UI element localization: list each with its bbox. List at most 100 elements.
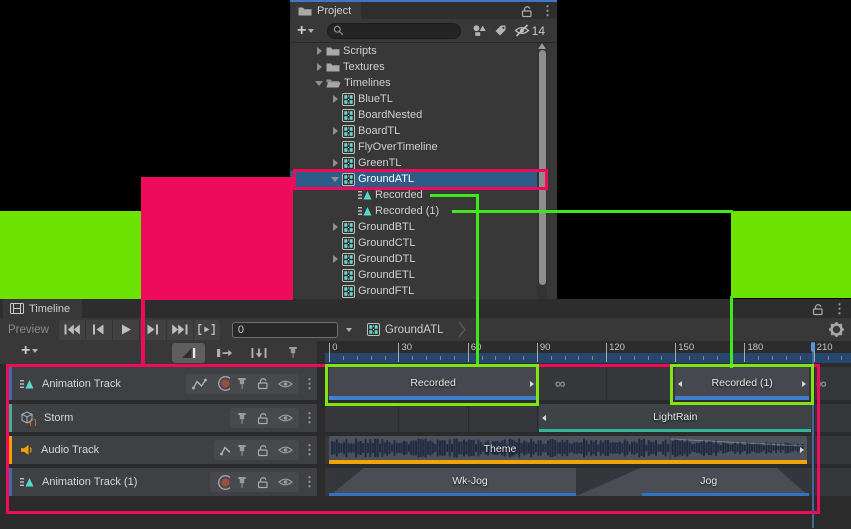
tree-item-scripts[interactable]: Scripts: [290, 43, 547, 59]
kebab-menu-icon[interactable]: ⋮: [541, 3, 553, 19]
track-header-storm[interactable]: {}Storm⋮: [8, 404, 317, 432]
unlock-icon[interactable]: [257, 444, 269, 457]
track-lane-2[interactable]: Theme: [325, 436, 851, 464]
clip-theme[interactable]: [329, 436, 806, 464]
play-range-button[interactable]: [194, 320, 220, 340]
search-by-label-icon[interactable]: [494, 24, 507, 37]
tab-project[interactable]: Project: [291, 2, 361, 19]
expand-arrow-icon[interactable]: [328, 220, 342, 234]
breadcrumb[interactable]: GroundATL: [367, 321, 467, 338]
expand-arrow-icon[interactable]: [328, 172, 342, 186]
go-to-start-button[interactable]: [59, 320, 86, 340]
expand-arrow-icon[interactable]: [328, 156, 342, 170]
tree-item-boardnested[interactable]: BoardNested: [290, 107, 547, 123]
tree-item-greentl[interactable]: GreenTL: [290, 155, 547, 171]
previous-frame-button[interactable]: [86, 320, 113, 340]
eye-icon[interactable]: [278, 477, 293, 487]
clip-edit-mode-mix[interactable]: [172, 343, 205, 363]
unlock-icon[interactable]: [812, 303, 824, 316]
tree-item-groundctl[interactable]: GroundCTL: [290, 235, 547, 251]
clip-edge-handle-right[interactable]: [530, 381, 534, 387]
expand-arrow-icon[interactable]: [328, 124, 342, 138]
tree-item-textures[interactable]: Textures: [290, 59, 547, 75]
expand-arrow-icon[interactable]: [328, 92, 342, 106]
clip-edge-handle-right[interactable]: [800, 447, 804, 453]
unlock-icon[interactable]: [257, 476, 269, 489]
kebab-menu-icon[interactable]: ⋮: [303, 474, 315, 490]
pin-icon[interactable]: [236, 377, 248, 390]
track-color-stripe: [8, 468, 12, 496]
track-header-audio-track[interactable]: Audio Track⋮: [8, 436, 317, 464]
unlock-icon[interactable]: [521, 5, 533, 18]
eye-icon[interactable]: [278, 413, 293, 423]
expand-arrow-icon[interactable]: [312, 44, 326, 58]
ruler-minor-tick: [634, 356, 635, 360]
timeline-icon: [342, 253, 355, 266]
unlock-icon[interactable]: [257, 377, 269, 390]
project-scrollbar[interactable]: [537, 43, 547, 300]
track-header-animation-track[interactable]: Animation Track⋮: [8, 367, 317, 400]
clip-edge-handle-right[interactable]: [802, 381, 806, 387]
frame-field[interactable]: [232, 322, 338, 338]
tree-item-flyovertimeline[interactable]: FlyOverTimeline: [290, 139, 547, 155]
arrow-slot: [328, 284, 342, 298]
kebab-menu-icon[interactable]: ⋮: [303, 376, 315, 392]
search-by-type-icon[interactable]: [472, 24, 487, 37]
tab-timeline[interactable]: Timeline: [3, 299, 82, 318]
tree-item-boardtl[interactable]: BoardTL: [290, 123, 547, 139]
hidden-items-toggle[interactable]: 14: [514, 24, 545, 38]
search-input[interactable]: [347, 24, 441, 37]
kebab-menu-icon[interactable]: ⋮: [833, 301, 845, 317]
kebab-menu-icon[interactable]: ⋮: [303, 442, 315, 458]
create-asset-button[interactable]: +: [297, 24, 314, 38]
marker-track-toggle[interactable]: [281, 343, 305, 363]
clip-label: Recorded (1): [712, 377, 773, 389]
add-track-button[interactable]: +: [21, 344, 38, 358]
ruler-major-tick: [398, 343, 399, 362]
tree-item-grounddtl[interactable]: GroundDTL: [290, 251, 547, 267]
tree-item-bluetl[interactable]: BlueTL: [290, 91, 547, 107]
tree-item-recorded[interactable]: Recorded: [290, 187, 547, 203]
infinite-clip-icon: ∞: [816, 375, 827, 392]
eye-icon[interactable]: [278, 445, 293, 455]
clip-edit-mode-ripple[interactable]: [209, 343, 240, 363]
kebab-menu-icon[interactable]: ⋮: [303, 410, 315, 426]
unity-editor: Project ⋮ + 14: [0, 0, 851, 529]
next-frame-button[interactable]: [140, 320, 167, 340]
search-field[interactable]: [327, 23, 461, 39]
unlock-icon[interactable]: [257, 412, 269, 425]
gear-icon[interactable]: [829, 322, 844, 337]
tree-item-groundbtl[interactable]: GroundBTL: [290, 219, 547, 235]
playable-track-icon: {}: [20, 411, 36, 426]
tree-item-groundftl[interactable]: GroundFTL: [290, 283, 547, 299]
scroll-up-icon[interactable]: [538, 43, 546, 49]
expand-arrow-icon[interactable]: [312, 76, 326, 90]
scrollbar-thumb[interactable]: [539, 50, 546, 285]
preview-toggle[interactable]: Preview: [8, 324, 49, 336]
pin-icon[interactable]: [236, 412, 248, 425]
curves-icon[interactable]: [192, 378, 207, 390]
tree-item-groundatl[interactable]: GroundATL: [290, 171, 547, 187]
clip-edge-handle-left[interactable]: [542, 415, 546, 421]
track-header-animation-track-1-[interactable]: Animation Track (1)⋮: [8, 468, 317, 496]
expand-arrow-icon[interactable]: [312, 60, 326, 74]
track-lane-0[interactable]: Recorded∞Recorded (1)∞: [325, 367, 851, 400]
timeline-end-marker[interactable]: [811, 342, 816, 352]
chevron-down-icon[interactable]: [346, 328, 352, 332]
ruler-minor-tick: [412, 356, 413, 360]
track-lane-3[interactable]: Wk-JogJog: [325, 468, 851, 496]
tree-item-groundetl[interactable]: GroundETL: [290, 267, 547, 283]
track-lane-1[interactable]: LightRain: [325, 404, 851, 432]
clip-edge-handle-left[interactable]: [678, 381, 682, 387]
expand-arrow-icon[interactable]: [328, 252, 342, 266]
eye-icon[interactable]: [278, 379, 293, 389]
play-button[interactable]: [113, 320, 140, 340]
pin-icon[interactable]: [236, 476, 248, 489]
go-to-end-button[interactable]: [167, 320, 194, 340]
pin-icon[interactable]: [236, 444, 248, 457]
ruler-minor-tick: [661, 356, 662, 360]
timeline-ruler[interactable]: 0306090120150180210: [317, 341, 851, 364]
clip-edit-mode-replace[interactable]: [243, 343, 274, 363]
tree-item-timelines[interactable]: Timelines: [290, 75, 547, 91]
tree-item-recorded-1-[interactable]: Recorded (1): [290, 203, 547, 219]
